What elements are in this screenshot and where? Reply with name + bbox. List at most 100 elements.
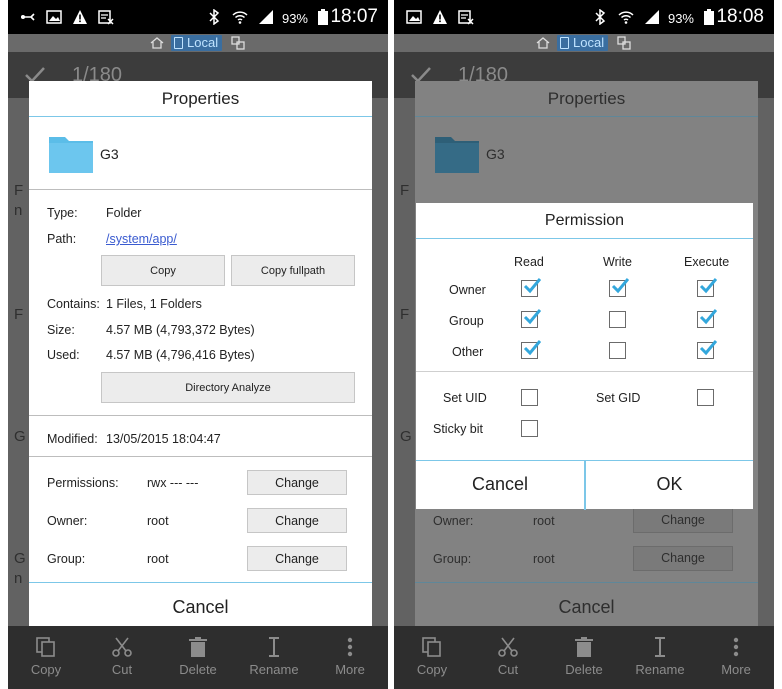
properties-dialog: Properties G3 Type: Folder Path: /system… bbox=[29, 81, 372, 630]
location-chip[interactable]: Local bbox=[171, 35, 223, 51]
location-bar: Local bbox=[8, 34, 388, 52]
action-bar: Copy Cut Delete Rename More bbox=[394, 626, 774, 689]
calendar-x-icon bbox=[98, 10, 114, 25]
permission-dialog: Permission Read Write Execute Owner Grou… bbox=[416, 203, 753, 510]
sticky-bit-label: Sticky bit bbox=[433, 422, 484, 436]
row-group-label: Group bbox=[449, 314, 484, 328]
trash-icon bbox=[189, 637, 207, 657]
list-fragment: G bbox=[400, 428, 412, 445]
row-owner-label: Owner bbox=[449, 283, 486, 297]
clock: 18:08 bbox=[716, 6, 764, 27]
copy-fullpath-button[interactable]: Copy fullpath bbox=[231, 255, 355, 286]
copy-path-button[interactable]: Copy bbox=[101, 255, 225, 286]
rename-action[interactable]: Rename bbox=[236, 626, 312, 689]
set-gid-checkbox[interactable] bbox=[697, 389, 714, 406]
owner-write-checkbox[interactable] bbox=[609, 278, 629, 297]
group-execute-checkbox[interactable] bbox=[697, 309, 717, 328]
folder-icon bbox=[435, 137, 479, 173]
contains-value: 1 Files, 1 Folders bbox=[106, 297, 202, 311]
modified-value: 13/05/2015 18:04:47 bbox=[106, 432, 221, 446]
cancel-button[interactable]: Cancel bbox=[29, 582, 372, 630]
cut-action[interactable]: Cut bbox=[84, 626, 160, 689]
gallery-icon bbox=[46, 10, 62, 24]
owner-execute-checkbox[interactable] bbox=[697, 278, 717, 297]
used-label: Used: bbox=[47, 348, 80, 362]
action-bar: Copy Cut Delete Rename More bbox=[8, 626, 388, 689]
modified-label: Modified: bbox=[47, 432, 98, 446]
permissions-value: rwx --- --- bbox=[147, 476, 199, 490]
usb-icon bbox=[21, 13, 35, 21]
wifi-icon bbox=[618, 11, 634, 24]
set-uid-checkbox[interactable] bbox=[521, 389, 538, 406]
more-action[interactable]: More bbox=[312, 626, 388, 689]
battery-percent: 93% bbox=[281, 11, 308, 26]
location-label: Local bbox=[573, 35, 605, 50]
copy-icon bbox=[422, 637, 441, 657]
column-read: Read bbox=[514, 255, 544, 269]
rename-action-label: Rename bbox=[635, 662, 685, 677]
other-read-checkbox[interactable] bbox=[521, 340, 541, 359]
more-action-label: More bbox=[335, 662, 365, 677]
group-value: root bbox=[533, 552, 555, 566]
more-action[interactable]: More bbox=[698, 626, 774, 689]
more-action-label: More bbox=[721, 662, 751, 677]
change-owner-button[interactable]: Change bbox=[247, 508, 347, 533]
folder-icon bbox=[49, 137, 93, 173]
window-switch-icon[interactable] bbox=[617, 36, 631, 50]
checkmark-icon bbox=[523, 340, 541, 356]
copy-action[interactable]: Copy bbox=[394, 626, 470, 689]
rename-action[interactable]: Rename bbox=[622, 626, 698, 689]
owner-read-checkbox[interactable] bbox=[521, 278, 541, 297]
list-fragment: F bbox=[400, 182, 410, 199]
text-cursor-icon bbox=[269, 637, 279, 657]
ok-button[interactable]: OK bbox=[586, 461, 753, 510]
list-fragment: n bbox=[14, 570, 23, 587]
cut-action[interactable]: Cut bbox=[470, 626, 546, 689]
sticky-bit-checkbox[interactable] bbox=[521, 420, 538, 437]
list-fragment: F bbox=[14, 306, 24, 323]
list-fragment: F bbox=[400, 306, 410, 323]
other-write-checkbox[interactable] bbox=[609, 342, 626, 359]
list-fragment: G bbox=[14, 550, 26, 567]
signal-icon bbox=[645, 10, 659, 24]
directory-analyze-button[interactable]: Directory Analyze bbox=[101, 372, 355, 403]
contains-label: Contains: bbox=[47, 297, 100, 311]
home-icon[interactable] bbox=[150, 36, 164, 50]
delete-action[interactable]: Delete bbox=[546, 626, 622, 689]
screen-permission: 93% 18:08 Local 1/180 F F G Properties G… bbox=[394, 0, 774, 689]
checkmark-icon bbox=[523, 278, 541, 294]
rename-action-label: Rename bbox=[249, 662, 299, 677]
dialog-title: Properties bbox=[29, 81, 372, 117]
group-write-checkbox[interactable] bbox=[609, 311, 626, 328]
path-link[interactable]: /system/app/ bbox=[106, 232, 177, 246]
change-permissions-button[interactable]: Change bbox=[247, 470, 347, 495]
delete-action[interactable]: Delete bbox=[160, 626, 236, 689]
other-execute-checkbox[interactable] bbox=[697, 340, 717, 359]
dialog-title: Permission bbox=[416, 203, 753, 239]
owner-value: root bbox=[147, 514, 169, 528]
divider bbox=[29, 456, 372, 457]
copy-action[interactable]: Copy bbox=[8, 626, 84, 689]
more-vertical-icon bbox=[733, 637, 739, 657]
change-group-button[interactable]: Change bbox=[247, 546, 347, 571]
cancel-button[interactable]: Cancel bbox=[416, 461, 584, 510]
delete-action-label: Delete bbox=[179, 662, 217, 677]
copy-action-label: Copy bbox=[30, 662, 62, 677]
size-label: Size: bbox=[47, 323, 75, 337]
size-value: 4.57 MB (4,793,372 Bytes) bbox=[106, 323, 255, 337]
phone-storage-icon bbox=[560, 37, 569, 49]
battery-icon bbox=[318, 9, 328, 25]
screen-properties: 93% 18:07 Local 1/180 F n F G G n Proper… bbox=[8, 0, 388, 689]
group-label: Group: bbox=[47, 552, 86, 566]
window-switch-icon[interactable] bbox=[231, 36, 245, 50]
trash-icon bbox=[575, 637, 593, 657]
calendar-x-icon bbox=[458, 10, 474, 25]
delete-action-label: Delete bbox=[565, 662, 603, 677]
checkmark-icon bbox=[699, 309, 717, 325]
column-write: Write bbox=[603, 255, 632, 269]
owner-label: Owner: bbox=[47, 514, 88, 528]
location-chip[interactable]: Local bbox=[557, 35, 609, 51]
group-read-checkbox[interactable] bbox=[521, 309, 541, 328]
home-icon[interactable] bbox=[536, 36, 550, 50]
type-label: Type: bbox=[47, 206, 78, 220]
